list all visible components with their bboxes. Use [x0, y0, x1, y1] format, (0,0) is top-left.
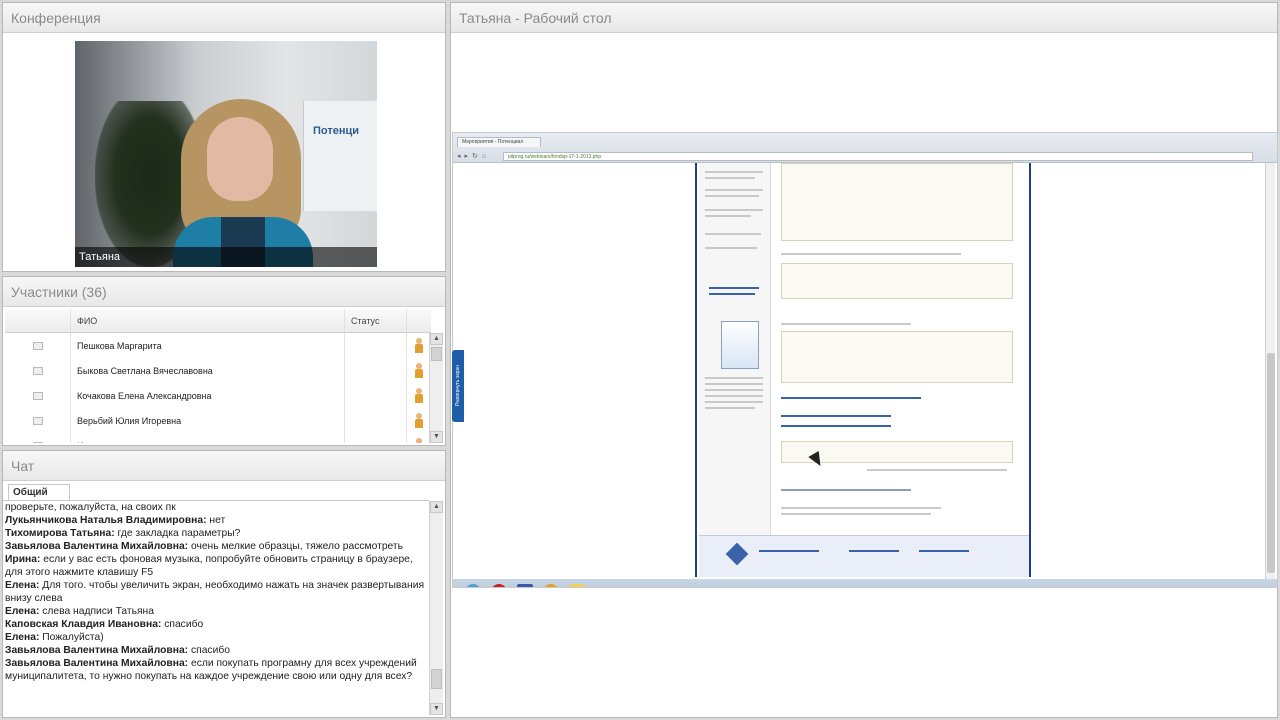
scroll-down-icon[interactable]: ▼	[430, 703, 443, 715]
website-table	[781, 163, 1013, 241]
table-row[interactable]: Быкова Светлана Вячеславовна	[5, 358, 431, 383]
table-row[interactable]: И	[5, 433, 431, 443]
browser-nav-icons: ◂▸↻⌂	[457, 153, 491, 160]
camera-icon	[32, 416, 43, 425]
website-content	[777, 163, 1023, 577]
opera-icon[interactable]	[491, 584, 507, 587]
participants-panel: Участники (36) ФИО Статус Пешкова Маргар…	[2, 276, 446, 446]
user-icon	[414, 338, 424, 353]
col-header-extra	[407, 309, 431, 332]
video-caption: Татьяна	[75, 247, 377, 267]
participant-status	[345, 333, 407, 358]
conference-title: Конференция	[3, 3, 445, 33]
participants-header-row: ФИО Статус	[5, 309, 431, 333]
user-icon	[414, 388, 424, 403]
website-sidebar	[699, 163, 771, 577]
website-page	[695, 163, 1031, 577]
chat-message: Лукьянчикова Наталья Владимировна: нет	[5, 515, 226, 526]
start-icon[interactable]	[465, 584, 481, 587]
scroll-down-icon[interactable]: ▼	[430, 431, 443, 443]
participants-title: Участники (36)	[3, 277, 445, 307]
browser-tab[interactable]: Мероприятия - Потенциал	[457, 137, 541, 147]
conference-panel: Конференция Потенци Татьяна	[2, 2, 446, 272]
expand-screen-tab[interactable]: Развернуть экран	[452, 350, 464, 422]
scroll-up-icon[interactable]: ▲	[430, 333, 443, 345]
browser-toolbar: Мероприятия - Потенциал ◂▸↻⌂ pitprog.ru/…	[453, 133, 1277, 163]
scroll-up-icon[interactable]: ▲	[430, 501, 443, 513]
tab-general[interactable]: Общий	[8, 484, 70, 500]
table-row[interactable]: Кочакова Елена Александровна	[5, 383, 431, 408]
video-feed[interactable]: Потенци Татьяна	[75, 41, 377, 267]
scroll-thumb[interactable]	[431, 347, 442, 361]
video-presenter	[173, 99, 313, 267]
user-icon	[414, 363, 424, 378]
chat-scrollbar[interactable]: ▲ ▼	[429, 501, 443, 715]
table-row[interactable]: Пешкова Маргарита	[5, 333, 431, 358]
participant-name: Верьбий Юлия Игоревна	[71, 408, 345, 433]
chat-title: Чат	[3, 451, 445, 481]
desktop-title: Татьяна - Рабочий стол	[451, 3, 1277, 33]
participant-name: Кочакова Елена Александровна	[71, 383, 345, 408]
website-table	[781, 263, 1013, 299]
folder-icon[interactable]	[569, 584, 585, 587]
participants-table: ФИО Статус Пешкова Маргарита Быкова Свет…	[5, 309, 431, 443]
browser-scrollbar[interactable]	[1265, 163, 1275, 579]
camera-icon	[32, 391, 43, 400]
video-logo-text: Потенци	[313, 125, 360, 137]
chat-message: проверьте, пожалуйста, на своих пк	[5, 502, 176, 513]
video-logo-board	[303, 101, 377, 211]
participants-scrollbar[interactable]: ▲ ▼	[429, 333, 443, 443]
user-icon	[414, 413, 424, 428]
chat-message: Каповская Клавдия Ивановна: спасибо	[5, 619, 204, 630]
col-header-icon[interactable]	[5, 309, 71, 332]
participant-status	[345, 358, 407, 383]
scroll-thumb[interactable]	[1267, 353, 1275, 573]
app-icon[interactable]	[517, 584, 533, 587]
chat-message: Елена: Пожалуйста)	[5, 632, 104, 643]
chat-message: Елена: Для того. чтобы увеличить экран, …	[5, 580, 425, 604]
camera-icon	[32, 366, 43, 375]
col-header-name[interactable]: ФИО	[71, 309, 345, 332]
participant-status	[345, 383, 407, 408]
participant-status	[345, 408, 407, 433]
chat-message: Ирина: если у вас есть фоновая музыка, п…	[5, 554, 413, 578]
camera-icon	[32, 341, 43, 350]
chat-message: Тихомирова Татьяна: где закладка парамет…	[5, 528, 241, 539]
website-note	[781, 331, 1013, 383]
chat-message: Завьялова Валентина Михайловна: очень ме…	[5, 541, 404, 552]
browser-address-bar[interactable]: pitprog.ru/webinars/fondsp-17-1-2013.php	[503, 152, 1253, 161]
scroll-thumb[interactable]	[431, 669, 442, 689]
user-icon	[414, 438, 424, 443]
chat-messages: проверьте, пожалуйста, на своих пк Лукья…	[3, 500, 429, 716]
participant-name: Быкова Светлана Вячеславовна	[71, 358, 345, 383]
col-header-status[interactable]: Статус	[345, 309, 407, 332]
shared-screen[interactable]: Мероприятия - Потенциал ◂▸↻⌂ pitprog.ru/…	[452, 132, 1278, 588]
footer-logo-icon	[725, 542, 749, 566]
windows-taskbar	[453, 579, 1277, 587]
chat-message: Елена: слева надписи Татьяна	[5, 606, 154, 617]
chrome-icon[interactable]	[543, 584, 559, 587]
chat-message: Завьялова Валентина Михайловна: если пок…	[5, 658, 417, 682]
table-row[interactable]: Верьбий Юлия Игоревна	[5, 408, 431, 433]
participant-name: И	[71, 433, 345, 443]
participant-status	[345, 433, 407, 443]
product-box-image	[721, 321, 759, 369]
website-footer	[699, 535, 1029, 577]
participant-name: Пешкова Маргарита	[71, 333, 345, 358]
chat-message: Завьялова Валентина Михайловна: спасибо	[5, 645, 230, 656]
camera-icon	[32, 441, 43, 443]
